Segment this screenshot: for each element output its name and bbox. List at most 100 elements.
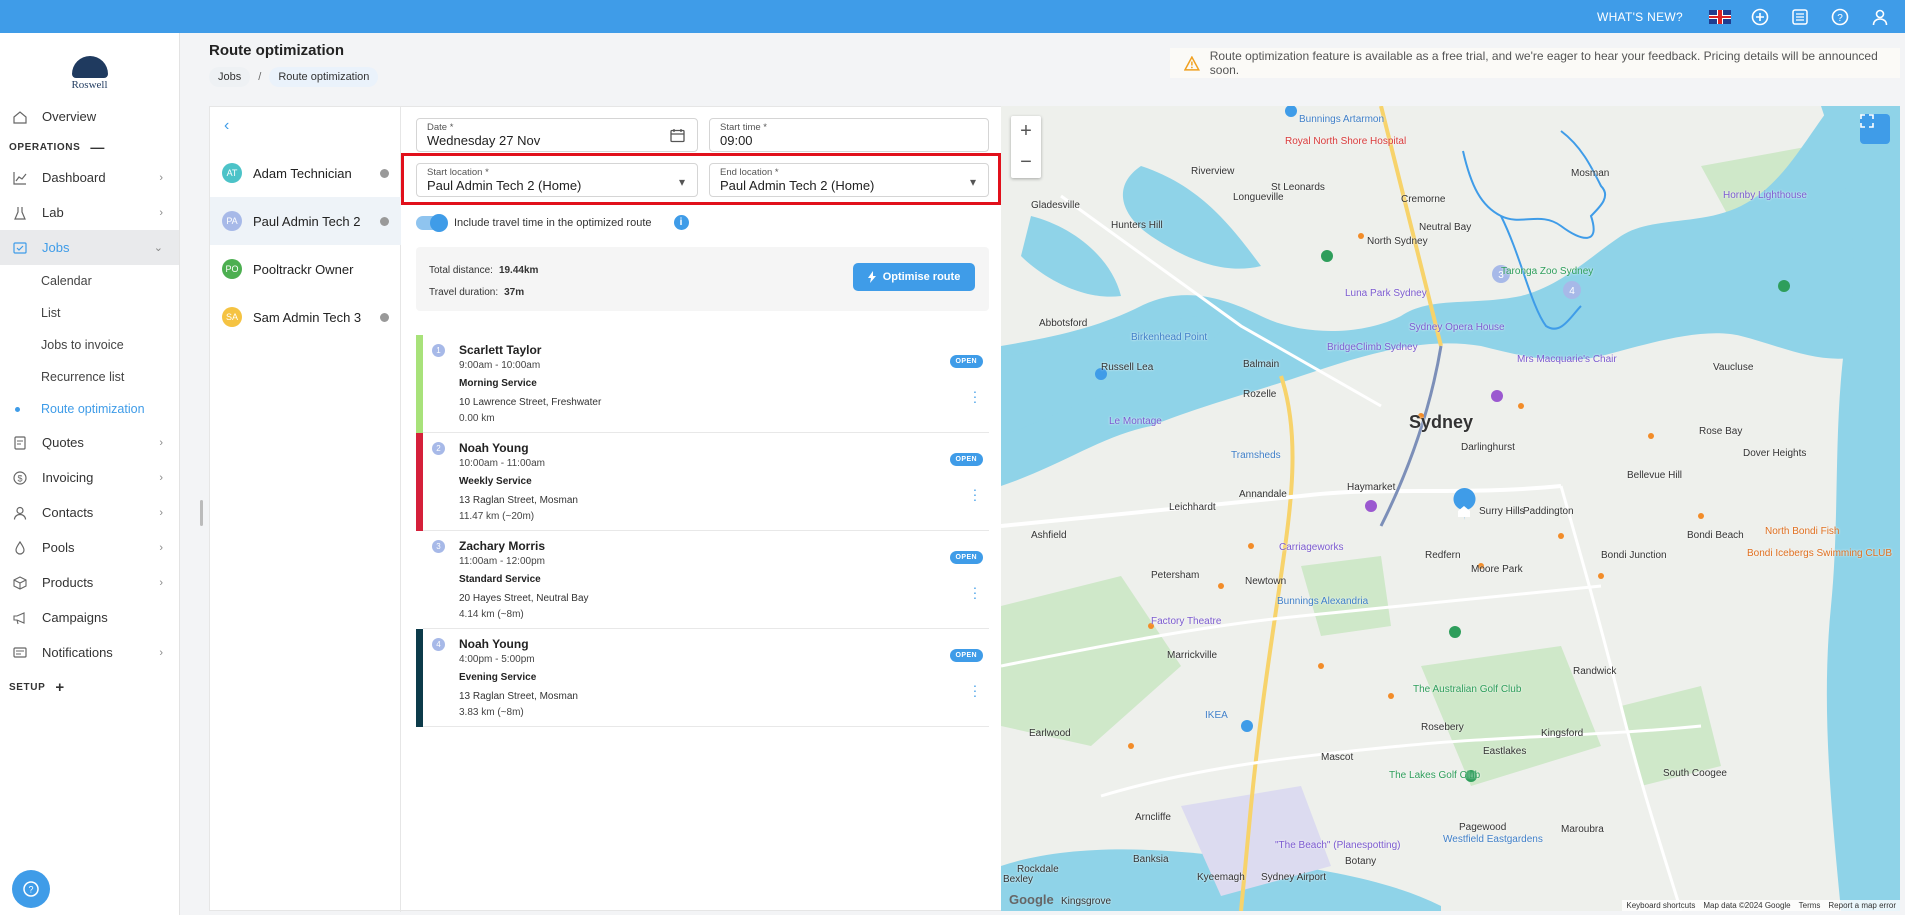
sidebar-item-jobs[interactable]: Jobs ⌄	[0, 230, 179, 265]
sidebar-subitem-recurrence-list[interactable]: Recurrence list	[0, 361, 179, 393]
map-poi[interactable]: Taronga Zoo Sydney	[1501, 266, 1593, 277]
optimise-route-button[interactable]: Optimise route	[853, 263, 975, 291]
map-label: Annandale	[1239, 489, 1287, 500]
fullscreen-button[interactable]	[1860, 114, 1890, 144]
map-poi[interactable]: Le Montage	[1109, 416, 1162, 427]
map-label: Sydney	[1409, 412, 1474, 432]
stop-time: 4:00pm - 5:00pm	[459, 654, 535, 665]
sidebar-item-notifications[interactable]: Notifications ›	[0, 635, 179, 670]
map-poi[interactable]: The Australian Golf Club	[1413, 684, 1521, 695]
map-poi[interactable]: Luna Park Sydney	[1345, 288, 1427, 299]
more-options-icon[interactable]: · · ·	[971, 580, 979, 604]
breadcrumb-jobs[interactable]: Jobs	[209, 67, 251, 87]
back-arrow-icon[interactable]: ‹	[224, 117, 229, 135]
top-bar: WHAT'S NEW? ?	[0, 0, 1905, 33]
route-stop[interactable]: 1 Scarlett Taylor 9:00am - 10:00am Morni…	[416, 335, 989, 433]
map-label: Paddington	[1523, 506, 1574, 517]
route-stop[interactable]: 3 Zachary Morris 11:00am - 12:00pm Stand…	[416, 531, 989, 629]
whats-new-link[interactable]: WHAT'S NEW?	[1597, 10, 1683, 24]
settings-sliders-icon[interactable]	[1789, 6, 1811, 28]
stop-address: 13 Raglan Street, Mosman	[459, 495, 578, 506]
terms-link[interactable]: Terms	[1799, 901, 1821, 910]
section-operations[interactable]: OPERATIONS —	[0, 134, 179, 160]
map-label: Eastlakes	[1483, 746, 1527, 757]
route-stop[interactable]: 2 Noah Young 10:00am - 11:00am Weekly Se…	[416, 433, 989, 531]
map-poi[interactable]: BridgeClimb Sydney	[1327, 342, 1418, 353]
technician-item[interactable]: PO Pooltrackr Owner	[210, 245, 401, 293]
travel-time-toggle[interactable]	[416, 213, 448, 232]
map-poi[interactable]: Mrs Macquarie's Chair	[1517, 354, 1617, 365]
map-poi[interactable]: Factory Theatre	[1151, 616, 1221, 627]
more-options-icon[interactable]: · · ·	[971, 482, 979, 506]
box-icon	[12, 575, 28, 591]
map-poi[interactable]: Sydney Opera House	[1409, 322, 1505, 333]
sidebar-item-label: Jobs	[42, 240, 70, 255]
map-poi[interactable]: The Lakes Golf Club	[1389, 770, 1480, 781]
sidebar-item-contacts[interactable]: Contacts ›	[0, 495, 179, 530]
sidebar-item-quotes[interactable]: Quotes ›	[0, 425, 179, 460]
sidebar-item-invoicing[interactable]: $ Invoicing ›	[0, 460, 179, 495]
more-options-icon[interactable]: · · ·	[971, 384, 979, 408]
map-label: Riverview	[1191, 166, 1235, 177]
optimise-route-label: Optimise route	[882, 271, 961, 283]
map-poi[interactable]: Birkenhead Point	[1131, 332, 1207, 343]
sidebar-item-campaigns[interactable]: Campaigns	[0, 600, 179, 635]
map-poi[interactable]: Tramsheds	[1231, 450, 1281, 461]
sidebar-item-dashboard[interactable]: Dashboard ›	[0, 160, 179, 195]
status-dot	[380, 169, 389, 178]
section-setup[interactable]: SETUP +	[0, 674, 179, 700]
map-poi[interactable]: Carriageworks	[1279, 542, 1343, 553]
technician-item-selected[interactable]: PA Paul Admin Tech 2	[210, 197, 401, 245]
map-poi[interactable]: Westfield Eastgardens	[1443, 834, 1543, 845]
route-map[interactable]: 3 4 + − Sydney Riverview Longueville Gla…	[1001, 106, 1900, 911]
report-error-link[interactable]: Report a map error	[1828, 901, 1896, 910]
add-circle-icon[interactable]	[1749, 6, 1771, 28]
map-poi[interactable]: Hornby Lighthouse	[1723, 190, 1807, 201]
map-poi[interactable]: "The Beach" (Planespotting)	[1275, 840, 1401, 851]
date-field[interactable]: Date * Wednesday 27 Nov	[416, 118, 698, 152]
sidebar-subitem-calendar[interactable]: Calendar	[0, 265, 179, 297]
brand-logo[interactable]: Roswell	[0, 47, 179, 99]
chat-support-button[interactable]: ?	[12, 870, 50, 908]
route-stop[interactable]: 4 Noah Young 4:00pm - 5:00pm Evening Ser…	[416, 629, 989, 727]
map-poi[interactable]: Royal North Shore Hospital	[1285, 136, 1406, 147]
technician-item[interactable]: AT Adam Technician	[210, 149, 401, 197]
stop-number: 3	[432, 540, 445, 553]
sidebar-item-lab[interactable]: Lab ›	[0, 195, 179, 230]
language-flag-icon[interactable]	[1709, 6, 1731, 28]
map-poi[interactable]: IKEA	[1205, 710, 1228, 721]
trial-notice: Route optimization feature is available …	[1170, 48, 1900, 78]
sidebar-subitem-list[interactable]: List	[0, 297, 179, 329]
distance-value: 19.44km	[498, 265, 539, 276]
sidebar-subitem-jobs-to-invoice[interactable]: Jobs to invoice	[0, 329, 179, 361]
collapse-minus-icon[interactable]: —	[90, 139, 105, 155]
keyboard-shortcuts-link[interactable]: Keyboard shortcuts	[1626, 901, 1695, 910]
map-poi[interactable]: Bondi Icebergs Swimming CLUB	[1747, 548, 1892, 559]
map-poi[interactable]: North Bondi Fish	[1765, 526, 1839, 537]
map-label: Ashfield	[1031, 530, 1067, 541]
map-poi[interactable]: Bunnings Alexandria	[1277, 596, 1368, 607]
avatar: PO	[222, 259, 242, 279]
calendar-icon[interactable]	[670, 128, 685, 146]
map-label: Randwick	[1573, 666, 1617, 677]
sidebar-item-overview[interactable]: Overview	[0, 99, 179, 134]
sidebar-resize-handle[interactable]	[200, 500, 203, 526]
stop-service: Standard Service	[459, 574, 541, 585]
map-label: St Leonards	[1271, 182, 1325, 193]
breadcrumb: Jobs / Route optimization	[209, 67, 379, 87]
sidebar-item-pools[interactable]: Pools ›	[0, 530, 179, 565]
help-icon[interactable]: ?	[1829, 6, 1851, 28]
expand-plus-icon[interactable]: +	[55, 679, 64, 696]
sidebar-item-products[interactable]: Products ›	[0, 565, 179, 600]
technician-item[interactable]: SA Sam Admin Tech 3	[210, 293, 401, 341]
map-poi[interactable]: Bunnings Artarmon	[1299, 114, 1384, 125]
chevron-right-icon: ›	[159, 436, 163, 449]
info-icon[interactable]: i	[673, 215, 689, 230]
chevron-right-icon: ›	[159, 206, 163, 219]
start-time-field[interactable]: Start time * 09:00	[709, 118, 989, 152]
user-account-icon[interactable]	[1869, 6, 1891, 28]
more-options-icon[interactable]: · · ·	[971, 678, 979, 702]
zoom-in-button[interactable]: +	[1011, 116, 1041, 147]
sidebar-subitem-route-optimization[interactable]: Route optimization	[0, 393, 179, 425]
zoom-out-button[interactable]: −	[1011, 147, 1041, 178]
